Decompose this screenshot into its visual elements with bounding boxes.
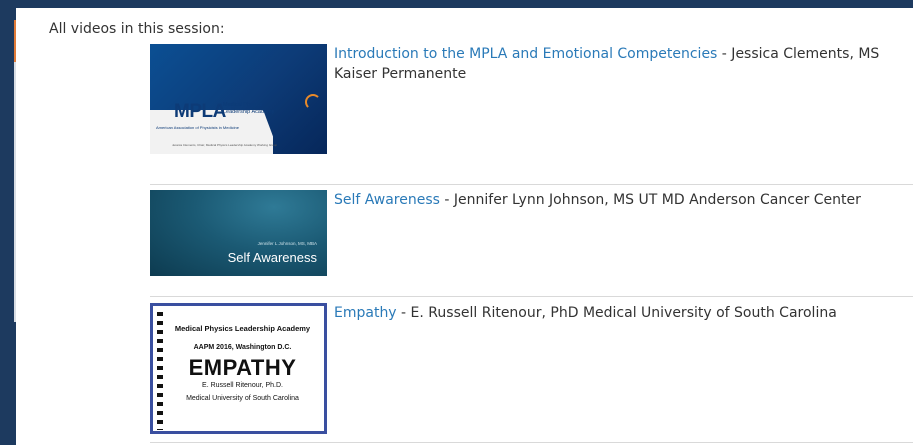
mpla-credit: Jessica Clements, Chair, Medical Physics… (172, 143, 278, 147)
divider (150, 442, 913, 443)
mpla-tagline: American Association of Physicists in Me… (156, 125, 239, 130)
thumbnail-author: E. Russell Ritenour, Ph.D. (202, 382, 283, 389)
video-thumbnail-self-awareness[interactable]: Jennifer L Johnson, MS, MBA Self Awarene… (150, 190, 327, 276)
thumbnail-title: Self Awareness (227, 250, 317, 265)
orange-swoosh-icon (305, 94, 321, 110)
top-frame (0, 0, 913, 8)
video-title-link[interactable]: Self Awareness (334, 192, 440, 208)
video-presenter: - E. Russell Ritenour, PhD Medical Unive… (396, 305, 837, 321)
video-description: Empathy - E. Russell Ritenour, PhD Medic… (334, 303, 909, 323)
left-frame (0, 8, 14, 445)
mpla-logo: MPLA (174, 101, 226, 122)
thumbnail-presenter-name: Jennifer L Johnson, MS, MBA (257, 241, 317, 246)
spiral-binding (157, 312, 163, 430)
video-presenter: - Jennifer Lynn Johnson, MS UT MD Anders… (439, 192, 861, 208)
video-description: Self Awareness - Jennifer Lynn Johnson, … (334, 190, 909, 210)
video-list: MPLA Medical Physics Leadership Academy … (16, 8, 913, 445)
divider (150, 296, 913, 297)
mpla-logo-subtitle: Medical Physics Leadership Academy (223, 102, 275, 115)
thumbnail-org: Medical Physics Leadership Academy (174, 324, 311, 333)
thumbnail-title: EMPATHY (188, 355, 297, 380)
divider (150, 184, 913, 185)
video-title-link[interactable]: Introduction to the MPLA and Emotional C… (334, 46, 717, 62)
thumbnail-event: AAPM 2016, Washington D.C. (193, 344, 292, 351)
thumbnail-affiliation: Medical University of South Carolina (186, 395, 299, 402)
video-title-link[interactable]: Empathy (334, 305, 397, 321)
session-video-panel: All videos in this session: MPLA Medical… (16, 8, 913, 445)
video-thumbnail-empathy[interactable]: Medical Physics Leadership Academy AAPM … (150, 303, 327, 434)
video-thumbnail-mpla[interactable]: MPLA Medical Physics Leadership Academy … (150, 44, 327, 154)
video-description: Introduction to the MPLA and Emotional C… (334, 44, 909, 84)
